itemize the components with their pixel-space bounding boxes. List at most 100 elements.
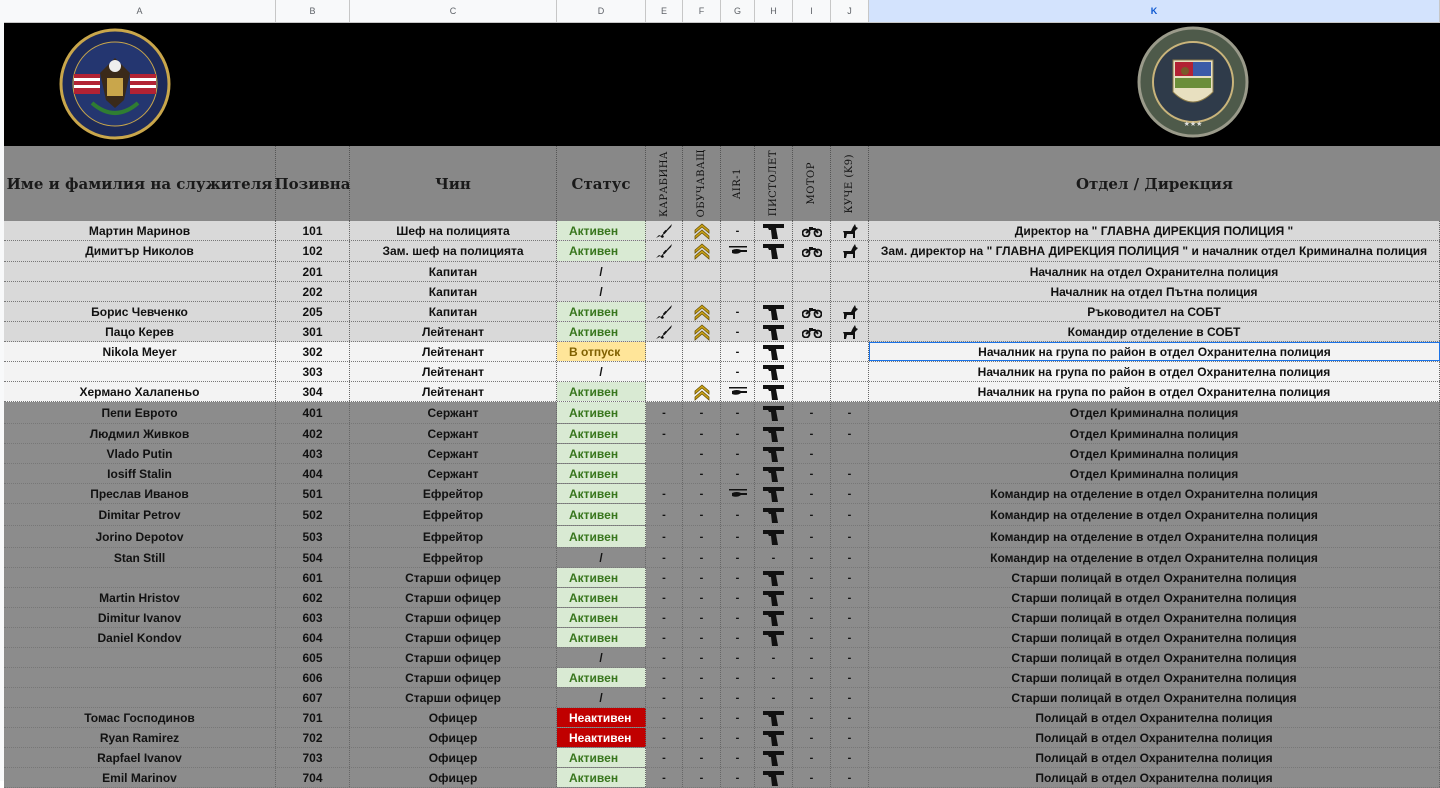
cell-department[interactable]: Командир на отделение в отдел Охранителн… — [869, 526, 1440, 547]
cell-carbine[interactable]: - — [646, 728, 683, 747]
cell-air1[interactable] — [721, 382, 755, 401]
cell-pistol[interactable] — [755, 382, 793, 401]
cell-pistol[interactable] — [755, 444, 793, 463]
status-badge[interactable]: Активен — [557, 608, 646, 627]
status-badge[interactable]: В отпуск — [557, 342, 646, 361]
cell-callsign[interactable]: 605 — [276, 648, 350, 667]
column-header-i[interactable]: I — [793, 0, 831, 22]
column-header-g[interactable]: G — [721, 0, 755, 22]
cell-department[interactable]: Отдел Криминална полиция — [869, 402, 1440, 423]
cell-air1[interactable]: - — [721, 444, 755, 463]
cell-k9[interactable]: - — [831, 526, 869, 547]
cell-air1[interactable]: - — [721, 668, 755, 687]
cell-rank[interactable]: Старши офицер — [350, 628, 557, 647]
cell-callsign[interactable]: 601 — [276, 568, 350, 587]
cell-name[interactable]: Emil Marinov — [4, 768, 276, 787]
cell-motor[interactable] — [793, 342, 831, 361]
cell-k9[interactable]: - — [831, 504, 869, 525]
cell-trainer[interactable]: - — [683, 668, 721, 687]
cell-name[interactable]: Nikola Meyer — [4, 342, 276, 361]
cell-carbine[interactable] — [646, 302, 683, 321]
cell-rank[interactable]: Капитан — [350, 302, 557, 321]
column-header-a[interactable]: A — [4, 0, 276, 22]
cell-rank[interactable]: Старши офицер — [350, 568, 557, 587]
cell-motor[interactable]: - — [793, 648, 831, 667]
cell-carbine[interactable]: - — [646, 526, 683, 547]
cell-name[interactable]: Iosiff Stalin — [4, 464, 276, 483]
cell-pistol[interactable] — [755, 608, 793, 627]
cell-air1[interactable]: - — [721, 526, 755, 547]
cell-department[interactable]: Командир на отделение в отдел Охранителн… — [869, 548, 1440, 567]
cell-pistol[interactable] — [755, 342, 793, 361]
cell-carbine[interactable]: - — [646, 668, 683, 687]
cell-motor[interactable]: - — [793, 526, 831, 547]
cell-motor[interactable]: - — [793, 668, 831, 687]
cell-pistol[interactable] — [755, 464, 793, 483]
table-row[interactable]: Борис Чевченко 205 Капитан Активен - Ръководи… — [4, 302, 1440, 322]
cell-k9[interactable]: - — [831, 568, 869, 587]
cell-pistol[interactable] — [755, 362, 793, 381]
cell-carbine[interactable] — [646, 444, 683, 463]
table-row[interactable]: Пацо Керев 301 Лейтенант Активен - Командир о… — [4, 322, 1440, 342]
cell-pistol[interactable] — [755, 282, 793, 301]
cell-name[interactable] — [4, 648, 276, 667]
cell-air1[interactable]: - — [721, 424, 755, 443]
cell-name[interactable]: Jorino Depotov — [4, 526, 276, 547]
cell-trainer[interactable] — [683, 282, 721, 301]
cell-motor[interactable]: - — [793, 484, 831, 503]
column-header-e[interactable]: E — [646, 0, 683, 22]
table-row[interactable]: Daniel Kondov 604 Старши офицер Активен - - - -… — [4, 628, 1440, 648]
cell-pistol[interactable] — [755, 262, 793, 281]
table-row[interactable]: Мартин Маринов 101 Шеф на полицията Активен… — [4, 221, 1440, 241]
cell-carbine[interactable]: - — [646, 688, 683, 707]
cell-k9[interactable]: - — [831, 424, 869, 443]
cell-callsign[interactable]: 504 — [276, 548, 350, 567]
status-badge[interactable]: Активен — [557, 221, 646, 240]
cell-callsign[interactable]: 602 — [276, 588, 350, 607]
cell-air1[interactable]: - — [721, 728, 755, 747]
status-badge[interactable]: Активен — [557, 588, 646, 607]
cell-carbine[interactable]: - — [646, 708, 683, 727]
status-badge[interactable]: Активен — [557, 302, 646, 321]
cell-rank[interactable]: Лейтенант — [350, 382, 557, 401]
cell-rank[interactable]: Шеф на полицията — [350, 221, 557, 240]
cell-callsign[interactable]: 501 — [276, 484, 350, 503]
cell-callsign[interactable]: 604 — [276, 628, 350, 647]
cell-pistol[interactable]: - — [755, 548, 793, 567]
cell-pistol[interactable] — [755, 526, 793, 547]
cell-k9[interactable]: - — [831, 708, 869, 727]
cell-carbine[interactable] — [646, 322, 683, 341]
cell-k9[interactable]: - — [831, 688, 869, 707]
cell-air1[interactable]: - — [721, 464, 755, 483]
status-badge[interactable]: Активен — [557, 748, 646, 767]
cell-rank[interactable]: Офицер — [350, 748, 557, 767]
cell-callsign[interactable]: 301 — [276, 322, 350, 341]
cell-trainer[interactable] — [683, 382, 721, 401]
cell-k9[interactable] — [831, 282, 869, 301]
cell-air1[interactable]: - — [721, 608, 755, 627]
cell-motor[interactable] — [793, 322, 831, 341]
cell-trainer[interactable]: - — [683, 648, 721, 667]
cell-rank[interactable]: Капитан — [350, 262, 557, 281]
cell-department[interactable]: Началник на отдел Охранителна полиция — [869, 262, 1440, 281]
cell-rank[interactable]: Сержант — [350, 444, 557, 463]
cell-motor[interactable]: - — [793, 568, 831, 587]
cell-pistol[interactable]: - — [755, 648, 793, 667]
cell-callsign[interactable]: 606 — [276, 668, 350, 687]
status-badge[interactable]: Активен — [557, 424, 646, 443]
cell-air1[interactable]: - — [721, 548, 755, 567]
cell-department[interactable]: Началник на група по район в отдел Охран… — [869, 342, 1440, 361]
cell-pistol[interactable] — [755, 322, 793, 341]
cell-carbine[interactable]: - — [646, 628, 683, 647]
cell-trainer[interactable]: - — [683, 424, 721, 443]
cell-rank[interactable]: Офицер — [350, 708, 557, 727]
cell-k9[interactable]: - — [831, 648, 869, 667]
status-badge[interactable]: Активен — [557, 526, 646, 547]
cell-k9[interactable] — [831, 382, 869, 401]
cell-department[interactable]: Старши полицай в отдел Охранителна полиц… — [869, 588, 1440, 607]
cell-trainer[interactable]: - — [683, 628, 721, 647]
cell-motor[interactable]: - — [793, 748, 831, 767]
cell-carbine[interactable]: - — [646, 484, 683, 503]
table-row[interactable]: 607 Старши офицер / - - - - - - Старши полицай в … — [4, 688, 1440, 708]
cell-name[interactable]: Rapfael Ivanov — [4, 748, 276, 767]
